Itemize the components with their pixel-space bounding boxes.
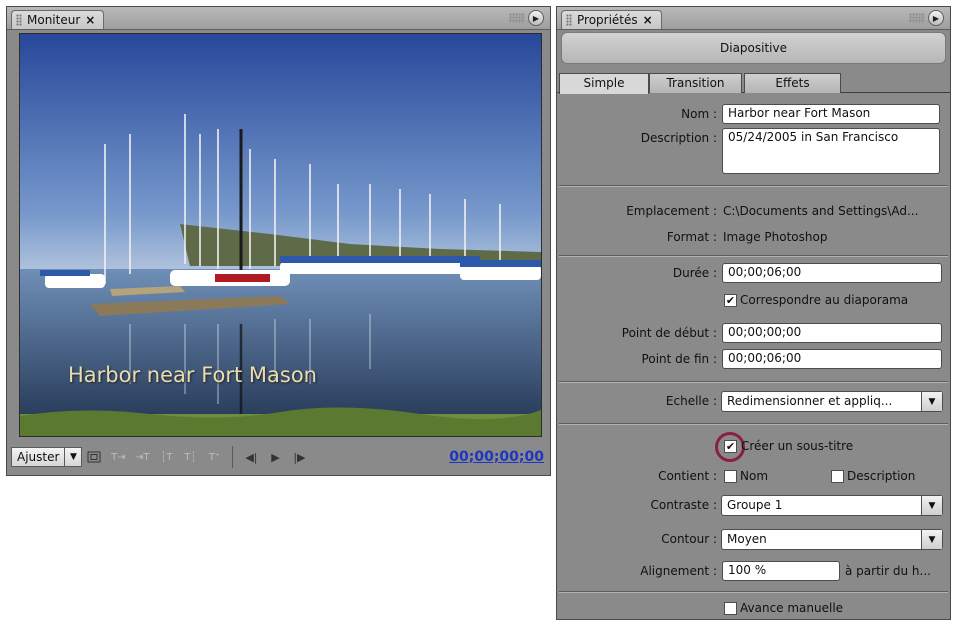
- monitor-controls: Ajuster ▼ T⇥ ⇥T ┆T T┆ T⁺ ◀| ▶ |▶ 00;00;0…: [7, 439, 550, 475]
- chevron-down-icon[interactable]: ▼: [64, 448, 81, 466]
- drag-grip-icon[interactable]: [566, 14, 572, 26]
- emplacement-label: Emplacement :: [626, 204, 717, 218]
- trim-out-icon[interactable]: T┆: [178, 447, 202, 467]
- panel-menu-button[interactable]: ▶: [528, 10, 544, 26]
- monitor-tab[interactable]: Moniteur ×: [11, 10, 105, 29]
- create-subtitle-label: Créer un sous-titre: [741, 439, 854, 453]
- alignement-suffix: à partir du h...: [845, 564, 931, 578]
- contraste-label: Contraste :: [650, 498, 717, 512]
- add-marker-icon[interactable]: T⁺: [202, 447, 226, 467]
- contour-select[interactable]: Moyen ▼: [721, 529, 943, 550]
- row-match-slideshow: ✔ Correspondre au diaporama: [557, 290, 950, 312]
- drag-grip-icon[interactable]: [16, 14, 22, 26]
- contour-label: Contour :: [661, 532, 717, 546]
- divider: [559, 185, 948, 187]
- echelle-label: Echelle :: [665, 394, 717, 408]
- nom-input[interactable]: Harbor near Fort Mason: [722, 104, 940, 124]
- point-fin-label: Point de fin :: [641, 352, 717, 366]
- row-duree: Durée : 00;00;06;00: [557, 263, 950, 285]
- fit-dropdown[interactable]: Ajuster ▼: [11, 447, 83, 467]
- description-label: Description :: [640, 131, 717, 145]
- resize-grip-icon: [909, 13, 925, 23]
- contient-nom-label: Nom: [740, 469, 769, 483]
- add-text-icon[interactable]: T⇥: [106, 447, 130, 467]
- slide-type-label: Diapositive: [720, 41, 787, 55]
- echelle-value: Redimensionner et appliq...: [727, 394, 893, 408]
- chevron-down-icon[interactable]: ▼: [921, 392, 942, 411]
- safe-margins-icon[interactable]: [82, 447, 106, 467]
- properties-tab-bar: Propriétés × ▶: [557, 7, 950, 30]
- properties-tabs: Simple Transition Effets: [557, 70, 950, 94]
- point-fin-input[interactable]: 00;00;06;00: [722, 349, 942, 369]
- row-nom: Nom : Harbor near Fort Mason: [557, 104, 950, 126]
- divider: [559, 423, 948, 425]
- chevron-down-icon[interactable]: ▼: [921, 530, 942, 549]
- row-point-fin: Point de fin : 00;00;06;00: [557, 349, 950, 371]
- contraste-value: Groupe 1: [727, 498, 783, 512]
- nom-label: Nom :: [681, 107, 717, 121]
- alignement-label: Alignement :: [640, 564, 717, 578]
- emplacement-value: C:\Documents and Settings\Ad...: [723, 204, 919, 218]
- description-textarea[interactable]: 05/24/2005 in San Francisco: [722, 128, 940, 174]
- contient-label: Contient :: [658, 469, 717, 483]
- chevron-down-icon[interactable]: ▼: [921, 496, 942, 515]
- current-timecode[interactable]: 00;00;00;00: [449, 449, 544, 465]
- alignement-input[interactable]: 100 %: [722, 561, 840, 581]
- manual-advance-checkbox[interactable]: [724, 602, 737, 615]
- monitor-tab-bar: Moniteur × ▶: [7, 7, 550, 30]
- monitor-preview: Harbor near Fort Mason: [19, 33, 542, 437]
- contient-description-label: Description: [847, 469, 916, 483]
- tab-transition[interactable]: Transition: [649, 73, 742, 93]
- format-value: Image Photoshop: [723, 230, 828, 244]
- manual-advance-label: Avance manuelle: [740, 601, 844, 615]
- duree-label: Durée :: [672, 266, 717, 280]
- slide-caption: Harbor near Fort Mason: [68, 363, 317, 387]
- monitor-tab-label: Moniteur: [27, 13, 81, 27]
- match-slideshow-checkbox[interactable]: ✔: [724, 294, 737, 307]
- fit-label: Ajuster: [17, 450, 60, 464]
- row-contraste: Contraste : Groupe 1 ▼: [557, 495, 950, 517]
- contient-nom-checkbox[interactable]: [724, 470, 737, 483]
- row-emplacement: Emplacement : C:\Documents and Settings\…: [557, 201, 950, 223]
- play-icon[interactable]: ▶: [263, 447, 287, 467]
- divider: [559, 255, 948, 257]
- row-description: Description : 05/24/2005 in San Francisc…: [557, 128, 950, 176]
- next-slide-icon[interactable]: |▶: [287, 447, 311, 467]
- row-subtitle: ✔ Créer un sous-titre: [557, 432, 950, 462]
- close-icon[interactable]: ×: [85, 13, 95, 27]
- toolbar-divider: [232, 446, 234, 468]
- tab-simple[interactable]: Simple: [559, 73, 649, 94]
- close-icon[interactable]: ×: [643, 13, 653, 27]
- properties-body: Nom : Harbor near Fort Mason Description…: [557, 93, 950, 619]
- resize-grip-icon: [509, 13, 525, 23]
- echelle-select[interactable]: Redimensionner et appliq... ▼: [721, 391, 943, 412]
- match-slideshow-label: Correspondre au diaporama: [740, 293, 909, 307]
- point-debut-input[interactable]: 00;00;00;00: [722, 323, 942, 343]
- properties-tab-label: Propriétés: [577, 13, 638, 27]
- monitor-panel: Moniteur × ▶ Harbor near Fort Mason Ajus…: [6, 6, 551, 476]
- row-alignement: Alignement : 100 % à partir du h...: [557, 561, 950, 583]
- previous-slide-icon[interactable]: ◀|: [239, 447, 263, 467]
- row-format: Format : Image Photoshop: [557, 227, 950, 249]
- add-text-right-icon[interactable]: ⇥T: [130, 447, 154, 467]
- panel-menu-button[interactable]: ▶: [928, 10, 944, 26]
- row-contient: Contient : Nom Description: [557, 466, 950, 488]
- properties-panel: Propriétés × ▶ Diapositive Simple Transi…: [556, 6, 951, 620]
- row-avance: Avance manuelle: [557, 598, 950, 620]
- contient-description-checkbox[interactable]: [831, 470, 844, 483]
- divider: [559, 381, 948, 383]
- row-contour: Contour : Moyen ▼: [557, 529, 950, 551]
- tab-effets[interactable]: Effets: [744, 73, 841, 93]
- slide-type-header: Diapositive: [561, 32, 946, 64]
- contour-value: Moyen: [727, 532, 767, 546]
- row-echelle: Echelle : Redimensionner et appliq... ▼: [557, 391, 950, 413]
- point-debut-label: Point de début :: [621, 326, 717, 340]
- divider: [559, 591, 948, 593]
- duree-input[interactable]: 00;00;06;00: [722, 263, 942, 283]
- properties-tab[interactable]: Propriétés ×: [561, 10, 662, 29]
- format-label: Format :: [666, 230, 717, 244]
- trim-in-icon[interactable]: ┆T: [154, 447, 178, 467]
- contraste-select[interactable]: Groupe 1 ▼: [721, 495, 943, 516]
- row-point-debut: Point de début : 00;00;00;00: [557, 323, 950, 345]
